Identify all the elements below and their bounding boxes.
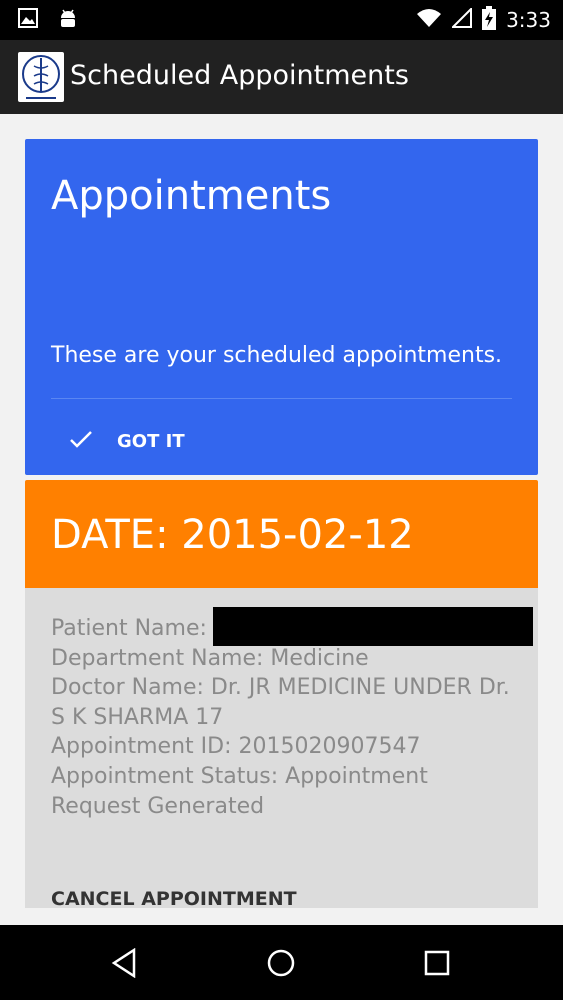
recents-icon[interactable]	[417, 945, 457, 981]
main-content[interactable]: Appointments These are your scheduled ap…	[0, 114, 563, 925]
appointment-date-header: DATE: 2015-02-12	[25, 480, 538, 588]
navigation-bar	[0, 925, 563, 1000]
appointment-card: Patient Name: Department Name: Medicine …	[25, 588, 538, 908]
image-icon	[18, 8, 38, 34]
cancel-appointment-button[interactable]: CANCEL APPOINTMENT	[51, 888, 297, 908]
caduceus-logo-icon	[18, 52, 64, 102]
intro-body: These are your scheduled appointments.	[51, 343, 503, 368]
appointment-date: DATE: 2015-02-12	[51, 512, 414, 558]
appointment-status: Appointment Status: Appointment Request …	[51, 763, 428, 819]
redacted-patient-name	[213, 607, 533, 646]
signal-icon	[450, 6, 473, 32]
got-it-button[interactable]: GOT IT	[69, 429, 185, 453]
doctor-name: Doctor Name: Dr. JR MEDICINE UNDER Dr. S…	[51, 675, 510, 730]
intro-card: Appointments These are your scheduled ap…	[25, 139, 538, 475]
intro-divider	[51, 398, 512, 399]
department-name: Department Name: Medicine	[51, 645, 369, 671]
wifi-icon	[416, 8, 442, 32]
got-it-label: GOT IT	[117, 430, 185, 452]
battery-charging-icon	[482, 6, 497, 34]
status-time: 3:33	[506, 8, 551, 32]
app-title: Scheduled Appointments	[70, 60, 409, 91]
android-icon	[58, 8, 78, 34]
back-icon[interactable]	[104, 945, 144, 981]
status-bar: 3:33	[0, 0, 563, 40]
intro-heading: Appointments	[51, 173, 332, 219]
check-icon	[69, 429, 93, 453]
app-bar: Scheduled Appointments	[0, 40, 563, 114]
appointment-id: Appointment ID: 2015020907547	[51, 734, 421, 760]
home-icon[interactable]	[261, 945, 301, 981]
